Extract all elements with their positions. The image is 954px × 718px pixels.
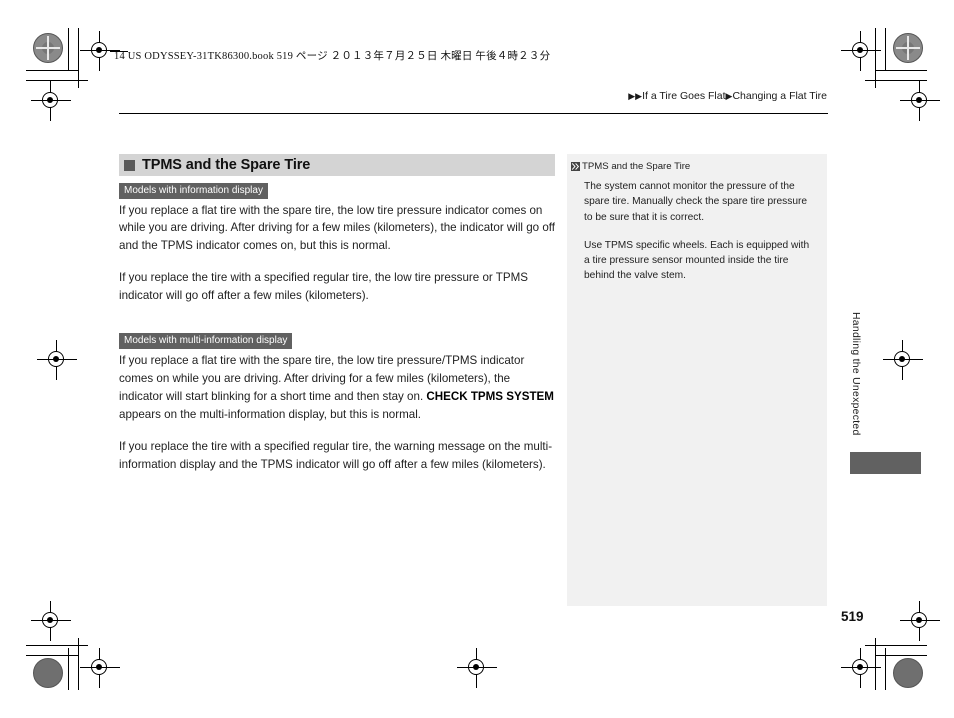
crop-mark-top-left-v1 bbox=[68, 28, 69, 70]
registration-mark-top-right bbox=[841, 31, 881, 71]
registration-mark-mid-right bbox=[883, 340, 923, 380]
crop-mark-top-left-v2 bbox=[78, 28, 79, 88]
registration-mark-bottom-center bbox=[457, 648, 497, 688]
registration-mark-bottom-inner-left bbox=[80, 648, 120, 688]
note-paragraph-1: The system cannot monitor the pressure o… bbox=[584, 181, 808, 223]
registration-mark-bottom-left bbox=[31, 601, 71, 641]
filled-square-icon bbox=[124, 159, 135, 171]
paragraph-regular-tire-multi-display: If you replace the tire with a specified… bbox=[119, 439, 553, 471]
model-tag-information-display: Models with information display bbox=[119, 183, 268, 199]
crop-mark-bottom-right-v1 bbox=[885, 648, 886, 690]
note-panel-title: TPMS and the Spare Tire bbox=[582, 161, 691, 172]
note-panel: TPMS and the Spare Tire The system canno… bbox=[567, 154, 827, 606]
registration-mark-top-left bbox=[31, 81, 71, 121]
note-panel-body: The system cannot monitor the pressure o… bbox=[571, 179, 815, 284]
breadcrumb-single-arrow-icon: ▶ bbox=[725, 90, 733, 101]
breadcrumb: ▶▶ If a Tire Goes Flat ▶ Changing a Flat… bbox=[628, 90, 827, 102]
breadcrumb-level-1[interactable]: If a Tire Goes Flat bbox=[642, 90, 725, 102]
header-divider-rule bbox=[119, 113, 828, 115]
note-panel-header: TPMS and the Spare Tire bbox=[571, 161, 815, 172]
model-tag-multi-information-display: Models with multi-information display bbox=[119, 333, 293, 349]
corner-print-target-top-right bbox=[893, 33, 923, 63]
print-file-info: 14 US ODYSSEY-31TK86300.book 519 ページ ２０１… bbox=[114, 51, 551, 62]
crop-mark-top-right-v2 bbox=[875, 28, 876, 88]
crop-mark-bottom-right-h2 bbox=[875, 655, 927, 656]
crop-mark-bottom-right-v2 bbox=[875, 638, 876, 690]
paragraph-multi-part-b: appears on the multi-information display… bbox=[119, 407, 422, 421]
page-title: TPMS and the Spare Tire bbox=[142, 157, 311, 173]
page-number: 519 bbox=[841, 609, 864, 624]
corner-print-target-bottom-left bbox=[33, 658, 63, 688]
note-paragraph-2: Use TPMS specific wheels. Each is equipp… bbox=[584, 239, 810, 282]
registration-mark-mid-left bbox=[37, 340, 77, 380]
crop-mark-bottom-left-h2 bbox=[26, 655, 78, 656]
paragraph-spare-tire-info-display: If you replace a flat tire with the spar… bbox=[119, 203, 556, 253]
crop-mark-top-right-h2 bbox=[865, 80, 927, 81]
check-tpms-system-emphasis: CHECK TPMS SYSTEM bbox=[426, 389, 554, 403]
paragraph-spare-tire-multi-display: If you replace a flat tire with the spar… bbox=[119, 352, 557, 424]
crop-mark-top-left-h2 bbox=[26, 80, 88, 81]
chapter-side-tab-marker bbox=[850, 452, 921, 474]
crop-mark-top-right-h1 bbox=[875, 70, 927, 71]
crop-mark-top-left-h1 bbox=[26, 70, 78, 71]
corner-print-target-bottom-right bbox=[893, 658, 923, 688]
corner-print-target-top-left bbox=[33, 33, 63, 63]
breadcrumb-level-2[interactable]: Changing a Flat Tire bbox=[732, 90, 827, 102]
paragraph-regular-tire-info-display: If you replace the tire with a specified… bbox=[119, 271, 528, 303]
crop-mark-bottom-left-v2 bbox=[78, 638, 79, 690]
chapter-side-tab-label: Handling the Unexpected bbox=[850, 312, 861, 436]
section-heading-band: TPMS and the Spare Tire bbox=[119, 154, 555, 176]
registration-mark-bottom-right bbox=[841, 648, 881, 688]
registration-mark-bottom-right-inner bbox=[900, 601, 940, 641]
crop-mark-top-right-v1 bbox=[885, 28, 886, 70]
double-chevron-right-icon bbox=[571, 162, 580, 171]
registration-mark-top-right-inner bbox=[900, 81, 940, 121]
crop-mark-bottom-left-v1 bbox=[68, 648, 69, 690]
breadcrumb-double-arrow-icon: ▶▶ bbox=[628, 90, 643, 101]
main-content-column: Models with information display If you r… bbox=[119, 180, 557, 488]
